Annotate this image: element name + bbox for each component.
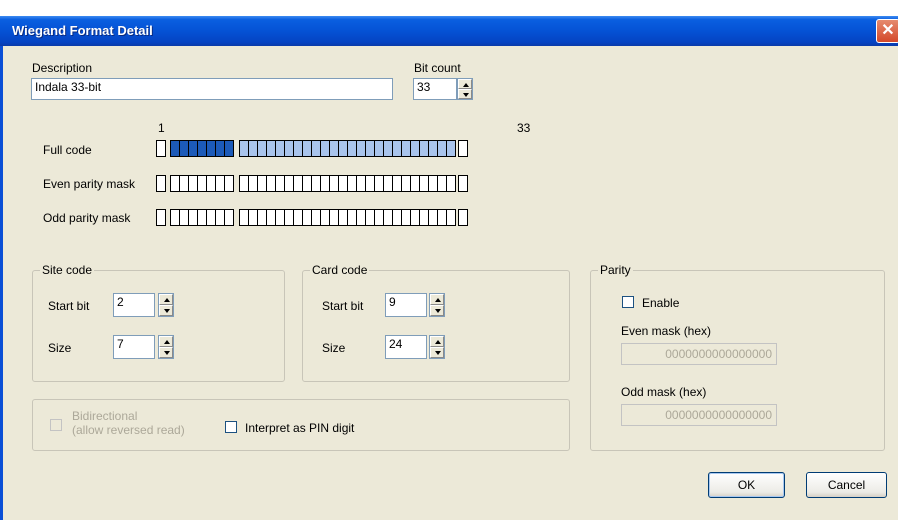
- spin-down-button[interactable]: [430, 347, 444, 358]
- parity-title: Parity: [598, 263, 633, 277]
- desktop-strip: [0, 0, 898, 16]
- arrow-down-icon: [435, 309, 441, 313]
- bit-count-up-button[interactable]: [458, 79, 472, 89]
- bit-1[interactable]: [156, 209, 166, 226]
- bidirectional-label-line1: Bidirectional: [72, 409, 138, 423]
- cancel-button[interactable]: Cancel: [806, 472, 887, 498]
- arrow-down-icon: [164, 351, 170, 355]
- close-icon: ✕: [881, 22, 895, 39]
- parity-enable-label: Enable: [642, 296, 680, 310]
- window-border: [0, 46, 3, 520]
- window-title: Wiegand Format Detail: [12, 23, 153, 38]
- card-size-label: Size: [322, 341, 346, 355]
- bit-33[interactable]: [458, 175, 468, 192]
- site-size-input[interactable]: 7: [113, 335, 155, 359]
- arrow-up-icon: [435, 340, 441, 344]
- site-start-bit-input[interactable]: 2: [113, 293, 155, 317]
- site-size-label: Size: [48, 341, 72, 355]
- ok-button[interactable]: OK: [708, 472, 785, 498]
- title-bar[interactable]: Wiegand Format Detail: [0, 16, 898, 46]
- card-code-group: [302, 270, 570, 382]
- card-start-bit-input[interactable]: 9: [385, 293, 427, 317]
- odd-parity-mask-label: Odd parity mask: [43, 211, 131, 225]
- bidirectional-label-line2: (allow reversed read): [72, 423, 185, 437]
- description-input[interactable]: Indala 33-bit: [31, 78, 393, 100]
- bit-33[interactable]: [458, 209, 468, 226]
- site-start-bit-label: Start bit: [48, 299, 90, 313]
- arrow-up-icon: [164, 340, 170, 344]
- pin-digit-label: Interpret as PIN digit: [245, 421, 355, 435]
- spin-up-button[interactable]: [159, 336, 173, 347]
- spin-up-button[interactable]: [430, 294, 444, 305]
- site-size-stepper[interactable]: [158, 335, 174, 359]
- description-label: Description: [32, 61, 93, 75]
- card-start-bit-label: Start bit: [322, 299, 364, 313]
- card-size-stepper[interactable]: [429, 335, 445, 359]
- spin-up-button[interactable]: [430, 336, 444, 347]
- bit-32: [446, 140, 456, 157]
- bit-32[interactable]: [446, 209, 456, 226]
- bit-33: [458, 140, 468, 157]
- bit-32[interactable]: [446, 175, 456, 192]
- bit-8[interactable]: [224, 209, 234, 226]
- bit-1[interactable]: [156, 175, 166, 192]
- bit-count-label: Bit count: [414, 61, 461, 75]
- close-button[interactable]: ✕: [876, 19, 898, 43]
- card-code-title: Card code: [310, 263, 370, 277]
- full-code-label: Full code: [43, 143, 92, 157]
- odd-mask-label: Odd mask (hex): [621, 385, 707, 399]
- site-code-title: Site code: [40, 263, 95, 277]
- arrow-down-icon: [164, 309, 170, 313]
- site-start-bit-stepper[interactable]: [158, 293, 174, 317]
- bit-count-stepper[interactable]: [457, 78, 473, 100]
- card-start-bit-stepper[interactable]: [429, 293, 445, 317]
- arrow-up-icon: [435, 298, 441, 302]
- even-mask-input[interactable]: 0000000000000000: [621, 343, 777, 365]
- bit-end-label: 33: [517, 121, 531, 135]
- arrow-up-icon: [463, 83, 469, 87]
- parity-enable-checkbox[interactable]: [622, 296, 634, 308]
- spin-down-button[interactable]: [430, 305, 444, 316]
- odd-mask-input[interactable]: 0000000000000000: [621, 404, 777, 426]
- bit-count-down-button[interactable]: [458, 89, 472, 99]
- arrow-up-icon: [164, 298, 170, 302]
- bit-8[interactable]: [224, 175, 234, 192]
- arrow-down-icon: [435, 351, 441, 355]
- card-size-input[interactable]: 24: [385, 335, 427, 359]
- site-code-group: [32, 270, 285, 382]
- bidirectional-checkbox[interactable]: [50, 419, 62, 431]
- spin-up-button[interactable]: [159, 294, 173, 305]
- arrow-down-icon: [463, 93, 469, 97]
- even-parity-mask-label: Even parity mask: [43, 177, 136, 191]
- bit-8: [224, 140, 234, 157]
- bit-1: [156, 140, 166, 157]
- bit-count-input[interactable]: 33: [413, 78, 457, 100]
- pin-digit-checkbox[interactable]: [225, 421, 237, 433]
- spin-down-button[interactable]: [159, 347, 173, 358]
- bidirectional-label: Bidirectional (allow reversed read): [72, 409, 185, 437]
- even-mask-label: Even mask (hex): [621, 324, 712, 338]
- bit-start-label: 1: [158, 121, 165, 135]
- spin-down-button[interactable]: [159, 305, 173, 316]
